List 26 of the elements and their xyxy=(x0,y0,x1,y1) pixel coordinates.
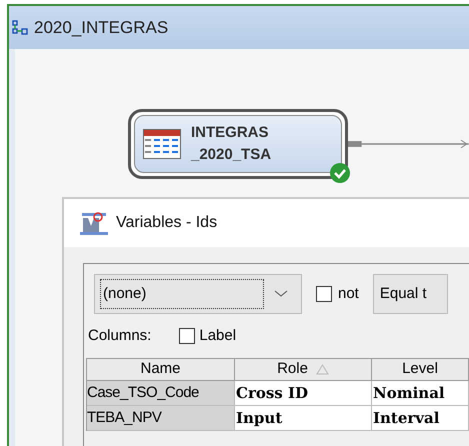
not-label: not xyxy=(338,284,359,304)
node-label: INTEGRAS xyxy=(191,123,270,143)
table-cell: Case_TSO_Code xyxy=(87,381,235,406)
dialog-app-icon xyxy=(80,211,108,235)
columns-label: Columns: xyxy=(88,326,152,346)
dropdown-value: (none) xyxy=(100,279,264,309)
not-checkbox[interactable] xyxy=(316,286,332,302)
diagram-icon xyxy=(12,20,28,36)
table-cell: TEBA_NPV xyxy=(87,406,235,431)
column-header[interactable]: Role xyxy=(235,359,372,381)
column-header[interactable]: Name xyxy=(87,359,235,381)
table-cell: Interval xyxy=(372,406,469,431)
sort-ascending-icon xyxy=(316,364,329,375)
node-label: _2020_TSA xyxy=(191,145,272,165)
table-cell: Cross ID xyxy=(235,381,372,406)
label-option-text: Label xyxy=(199,326,236,346)
label-checkbox[interactable] xyxy=(179,328,196,344)
column-header[interactable]: Level xyxy=(372,359,469,381)
operator-button[interactable]: Equal t xyxy=(372,274,448,314)
dialog-title: Variables - Ids xyxy=(116,213,218,233)
table-cell: Input xyxy=(235,406,372,431)
window-title: 2020_INTEGRAS xyxy=(34,16,168,39)
chevron-down-icon xyxy=(274,290,288,298)
filter-dropdown[interactable]: (none) xyxy=(94,274,302,314)
table-cell: Nominal xyxy=(372,381,469,406)
table-icon xyxy=(143,129,181,159)
